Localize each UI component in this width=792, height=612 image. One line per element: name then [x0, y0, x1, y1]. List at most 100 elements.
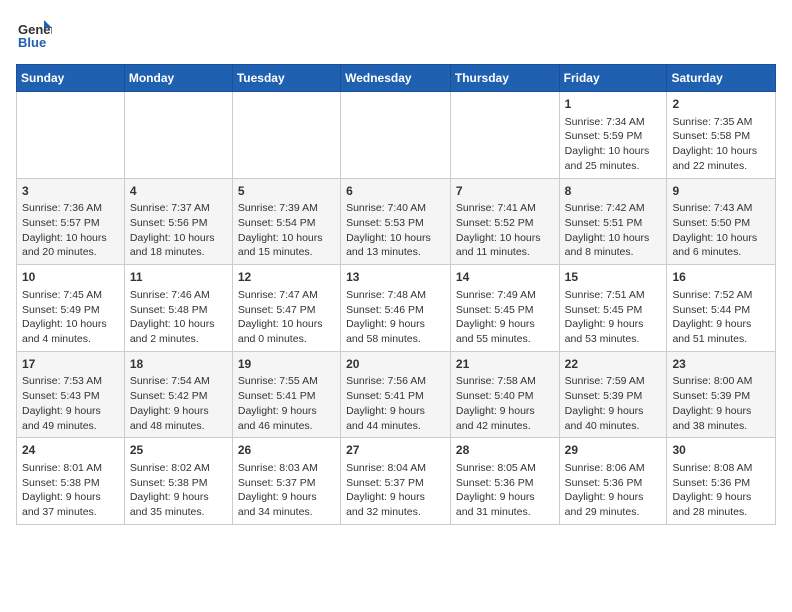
calendar-cell: 19Sunrise: 7:55 AM Sunset: 5:41 PM Dayli… [232, 351, 340, 438]
day-number: 12 [238, 269, 335, 286]
day-number: 26 [238, 442, 335, 459]
calendar-cell: 1 Sunrise: 7:34 AM Sunset: 5:59 PM Daylig… [559, 92, 667, 179]
calendar-week-row: 24Sunrise: 8:01 AM Sunset: 5:38 PM Dayli… [17, 438, 776, 525]
day-info: Sunrise: 7:51 AM Sunset: 5:45 PM Dayligh… [565, 288, 662, 347]
day-header-monday: Monday [124, 65, 232, 92]
calendar-body: 1 Sunrise: 7:34 AM Sunset: 5:59 PM Daylig… [17, 92, 776, 525]
day-info: Sunrise: 7:37 AM Sunset: 5:56 PM Dayligh… [130, 201, 227, 260]
day-number: 19 [238, 356, 335, 373]
day-number: 30 [672, 442, 770, 459]
day-info: Sunrise: 8:05 AM Sunset: 5:36 PM Dayligh… [456, 461, 554, 520]
day-info: Sunrise: 7:43 AM Sunset: 5:50 PM Dayligh… [672, 201, 770, 260]
calendar-cell: 15 Sunrise: 7:51 AM Sunset: 5:45 PM Dayli… [559, 265, 667, 352]
calendar-cell [17, 92, 125, 179]
day-number: 23 [672, 356, 770, 373]
day-number: 7 [456, 183, 554, 200]
calendar-cell [232, 92, 340, 179]
calendar-cell: 9Sunrise: 7:43 AM Sunset: 5:50 PM Daylig… [667, 178, 776, 265]
logo-icon: General Blue [16, 16, 52, 52]
calendar-cell: 29 Sunrise: 8:06 AM Sunset: 5:36 PM Dayli… [559, 438, 667, 525]
day-number: 29 [565, 442, 662, 459]
day-number: 25 [130, 442, 227, 459]
calendar-week-row: 17Sunrise: 7:53 AM Sunset: 5:43 PM Dayli… [17, 351, 776, 438]
day-info: Sunrise: 7:45 AM Sunset: 5:49 PM Dayligh… [22, 288, 119, 347]
day-info: Sunrise: 7:58 AM Sunset: 5:40 PM Dayligh… [456, 374, 554, 433]
day-number: 16 [672, 269, 770, 286]
calendar-cell: 13 Sunrise: 7:48 AM Sunset: 5:46 PM Dayli… [341, 265, 451, 352]
day-number: 15 [565, 269, 662, 286]
calendar-cell: 21Sunrise: 7:58 AM Sunset: 5:40 PM Dayli… [450, 351, 559, 438]
calendar-cell: 16Sunrise: 7:52 AM Sunset: 5:44 PM Dayli… [667, 265, 776, 352]
day-number: 17 [22, 356, 119, 373]
calendar-cell: 24Sunrise: 8:01 AM Sunset: 5:38 PM Dayli… [17, 438, 125, 525]
day-info: Sunrise: 8:02 AM Sunset: 5:38 PM Dayligh… [130, 461, 227, 520]
day-number: 9 [672, 183, 770, 200]
day-info: Sunrise: 8:08 AM Sunset: 5:36 PM Dayligh… [672, 461, 770, 520]
svg-text:Blue: Blue [18, 35, 46, 50]
logo: General Blue [16, 16, 52, 52]
calendar-cell [450, 92, 559, 179]
day-number: 20 [346, 356, 445, 373]
day-number: 5 [238, 183, 335, 200]
calendar-cell: 10 Sunrise: 7:45 AM Sunset: 5:49 PM Dayli… [17, 265, 125, 352]
day-number: 6 [346, 183, 445, 200]
day-number: 2 [672, 96, 770, 113]
calendar-cell: 11 Sunrise: 7:46 AM Sunset: 5:48 PM Dayli… [124, 265, 232, 352]
day-header-tuesday: Tuesday [232, 65, 340, 92]
calendar-cell: 22Sunrise: 7:59 AM Sunset: 5:39 PM Dayli… [559, 351, 667, 438]
day-info: Sunrise: 7:40 AM Sunset: 5:53 PM Dayligh… [346, 201, 445, 260]
calendar-week-row: 10 Sunrise: 7:45 AM Sunset: 5:49 PM Dayli… [17, 265, 776, 352]
day-info: Sunrise: 7:48 AM Sunset: 5:46 PM Dayligh… [346, 288, 445, 347]
calendar-cell: 23Sunrise: 8:00 AM Sunset: 5:39 PM Dayli… [667, 351, 776, 438]
calendar-week-row: 3Sunrise: 7:36 AM Sunset: 5:57 PM Daylig… [17, 178, 776, 265]
day-info: Sunrise: 8:06 AM Sunset: 5:36 PM Dayligh… [565, 461, 662, 520]
day-number: 18 [130, 356, 227, 373]
day-info: Sunrise: 7:36 AM Sunset: 5:57 PM Dayligh… [22, 201, 119, 260]
day-info: Sunrise: 8:03 AM Sunset: 5:37 PM Dayligh… [238, 461, 335, 520]
day-number: 4 [130, 183, 227, 200]
calendar-cell: 28 Sunrise: 8:05 AM Sunset: 5:36 PM Dayli… [450, 438, 559, 525]
day-header-wednesday: Wednesday [341, 65, 451, 92]
day-header-sunday: Sunday [17, 65, 125, 92]
day-info: Sunrise: 8:00 AM Sunset: 5:39 PM Dayligh… [672, 374, 770, 433]
calendar-cell: 6Sunrise: 7:40 AM Sunset: 5:53 PM Daylig… [341, 178, 451, 265]
day-number: 24 [22, 442, 119, 459]
calendar-cell [341, 92, 451, 179]
day-number: 13 [346, 269, 445, 286]
calendar-header-row: SundayMondayTuesdayWednesdayThursdayFrid… [17, 65, 776, 92]
calendar-cell: 30 Sunrise: 8:08 AM Sunset: 5:36 PM Dayli… [667, 438, 776, 525]
calendar-cell [124, 92, 232, 179]
calendar-cell: 17Sunrise: 7:53 AM Sunset: 5:43 PM Dayli… [17, 351, 125, 438]
day-info: Sunrise: 7:49 AM Sunset: 5:45 PM Dayligh… [456, 288, 554, 347]
calendar-week-row: 1 Sunrise: 7:34 AM Sunset: 5:59 PM Daylig… [17, 92, 776, 179]
day-info: Sunrise: 7:41 AM Sunset: 5:52 PM Dayligh… [456, 201, 554, 260]
day-number: 28 [456, 442, 554, 459]
day-info: Sunrise: 7:59 AM Sunset: 5:39 PM Dayligh… [565, 374, 662, 433]
day-header-thursday: Thursday [450, 65, 559, 92]
day-info: Sunrise: 8:04 AM Sunset: 5:37 PM Dayligh… [346, 461, 445, 520]
day-number: 27 [346, 442, 445, 459]
day-info: Sunrise: 7:34 AM Sunset: 5:59 PM Dayligh… [565, 115, 662, 174]
day-number: 11 [130, 269, 227, 286]
day-number: 22 [565, 356, 662, 373]
day-info: Sunrise: 7:54 AM Sunset: 5:42 PM Dayligh… [130, 374, 227, 433]
day-number: 21 [456, 356, 554, 373]
calendar-table: SundayMondayTuesdayWednesdayThursdayFrid… [16, 64, 776, 525]
page-header: General Blue [16, 16, 776, 52]
day-info: Sunrise: 7:46 AM Sunset: 5:48 PM Dayligh… [130, 288, 227, 347]
calendar-cell: 5Sunrise: 7:39 AM Sunset: 5:54 PM Daylig… [232, 178, 340, 265]
day-info: Sunrise: 7:42 AM Sunset: 5:51 PM Dayligh… [565, 201, 662, 260]
calendar-cell: 26 Sunrise: 8:03 AM Sunset: 5:37 PM Dayli… [232, 438, 340, 525]
day-info: Sunrise: 7:47 AM Sunset: 5:47 PM Dayligh… [238, 288, 335, 347]
calendar-cell: 4Sunrise: 7:37 AM Sunset: 5:56 PM Daylig… [124, 178, 232, 265]
calendar-cell: 14 Sunrise: 7:49 AM Sunset: 5:45 PM Dayli… [450, 265, 559, 352]
calendar-cell: 27 Sunrise: 8:04 AM Sunset: 5:37 PM Dayli… [341, 438, 451, 525]
day-header-saturday: Saturday [667, 65, 776, 92]
day-number: 10 [22, 269, 119, 286]
day-info: Sunrise: 7:35 AM Sunset: 5:58 PM Dayligh… [672, 115, 770, 174]
day-number: 8 [565, 183, 662, 200]
day-number: 1 [565, 96, 662, 113]
calendar-cell: 3Sunrise: 7:36 AM Sunset: 5:57 PM Daylig… [17, 178, 125, 265]
day-info: Sunrise: 7:39 AM Sunset: 5:54 PM Dayligh… [238, 201, 335, 260]
day-number: 14 [456, 269, 554, 286]
